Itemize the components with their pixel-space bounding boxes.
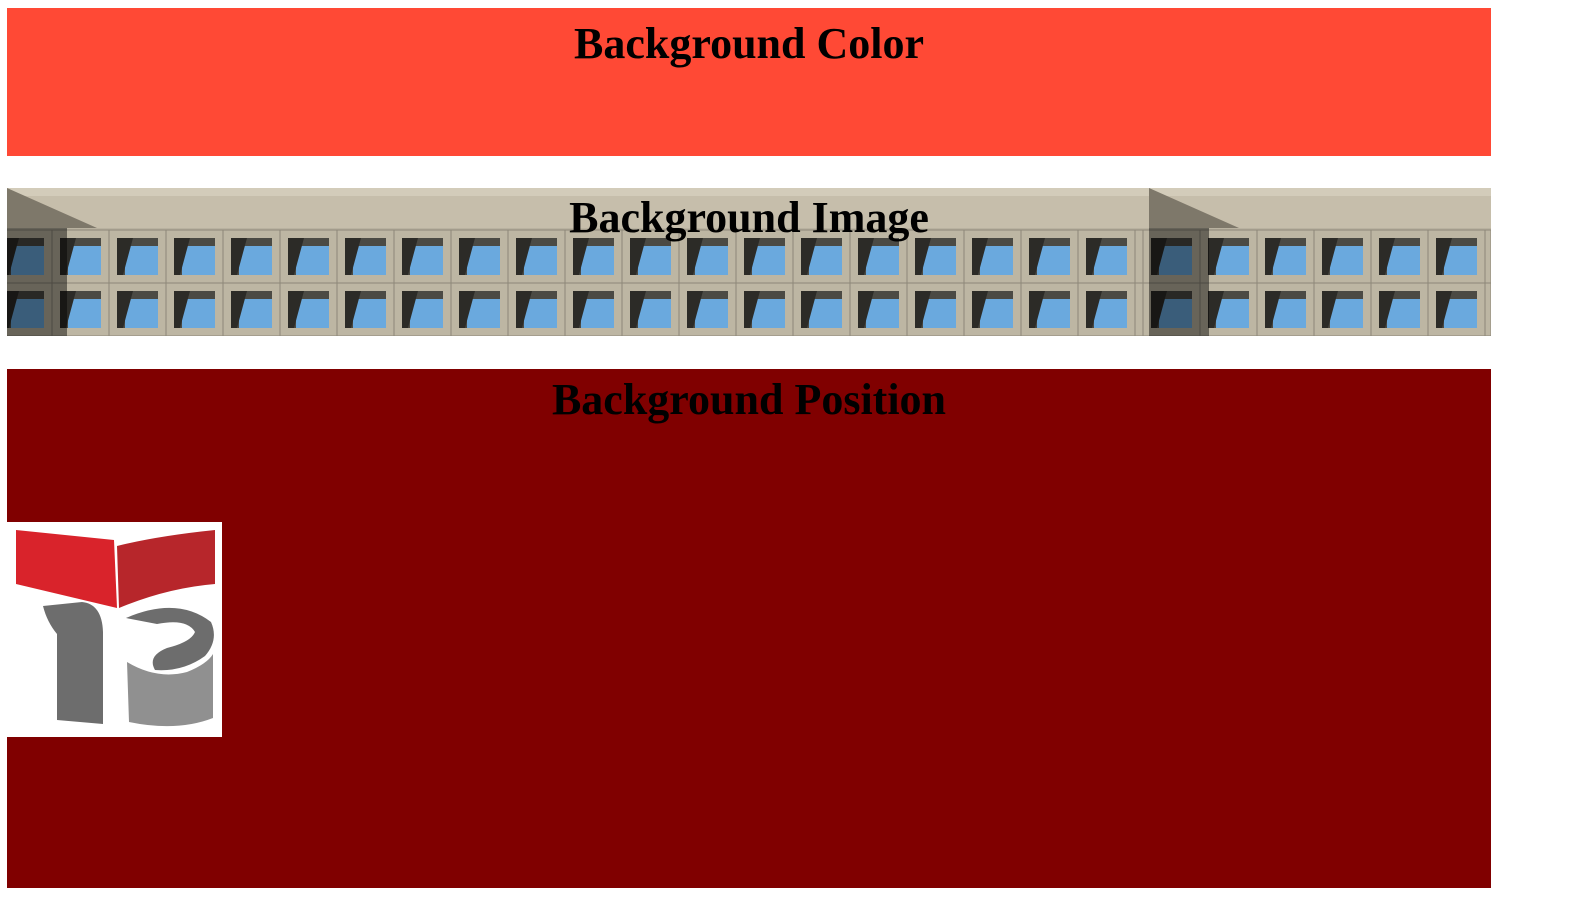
background-image-section: Background Image: [7, 188, 1491, 336]
background-image-heading: Background Image: [569, 193, 929, 242]
background-position-heading: Background Position: [551, 375, 947, 424]
background-color-section: Background Color: [7, 8, 1491, 156]
background-color-heading: Background Color: [573, 19, 925, 68]
background-position-section: Background Position: [7, 369, 1491, 888]
book-logo-image: [7, 522, 222, 737]
